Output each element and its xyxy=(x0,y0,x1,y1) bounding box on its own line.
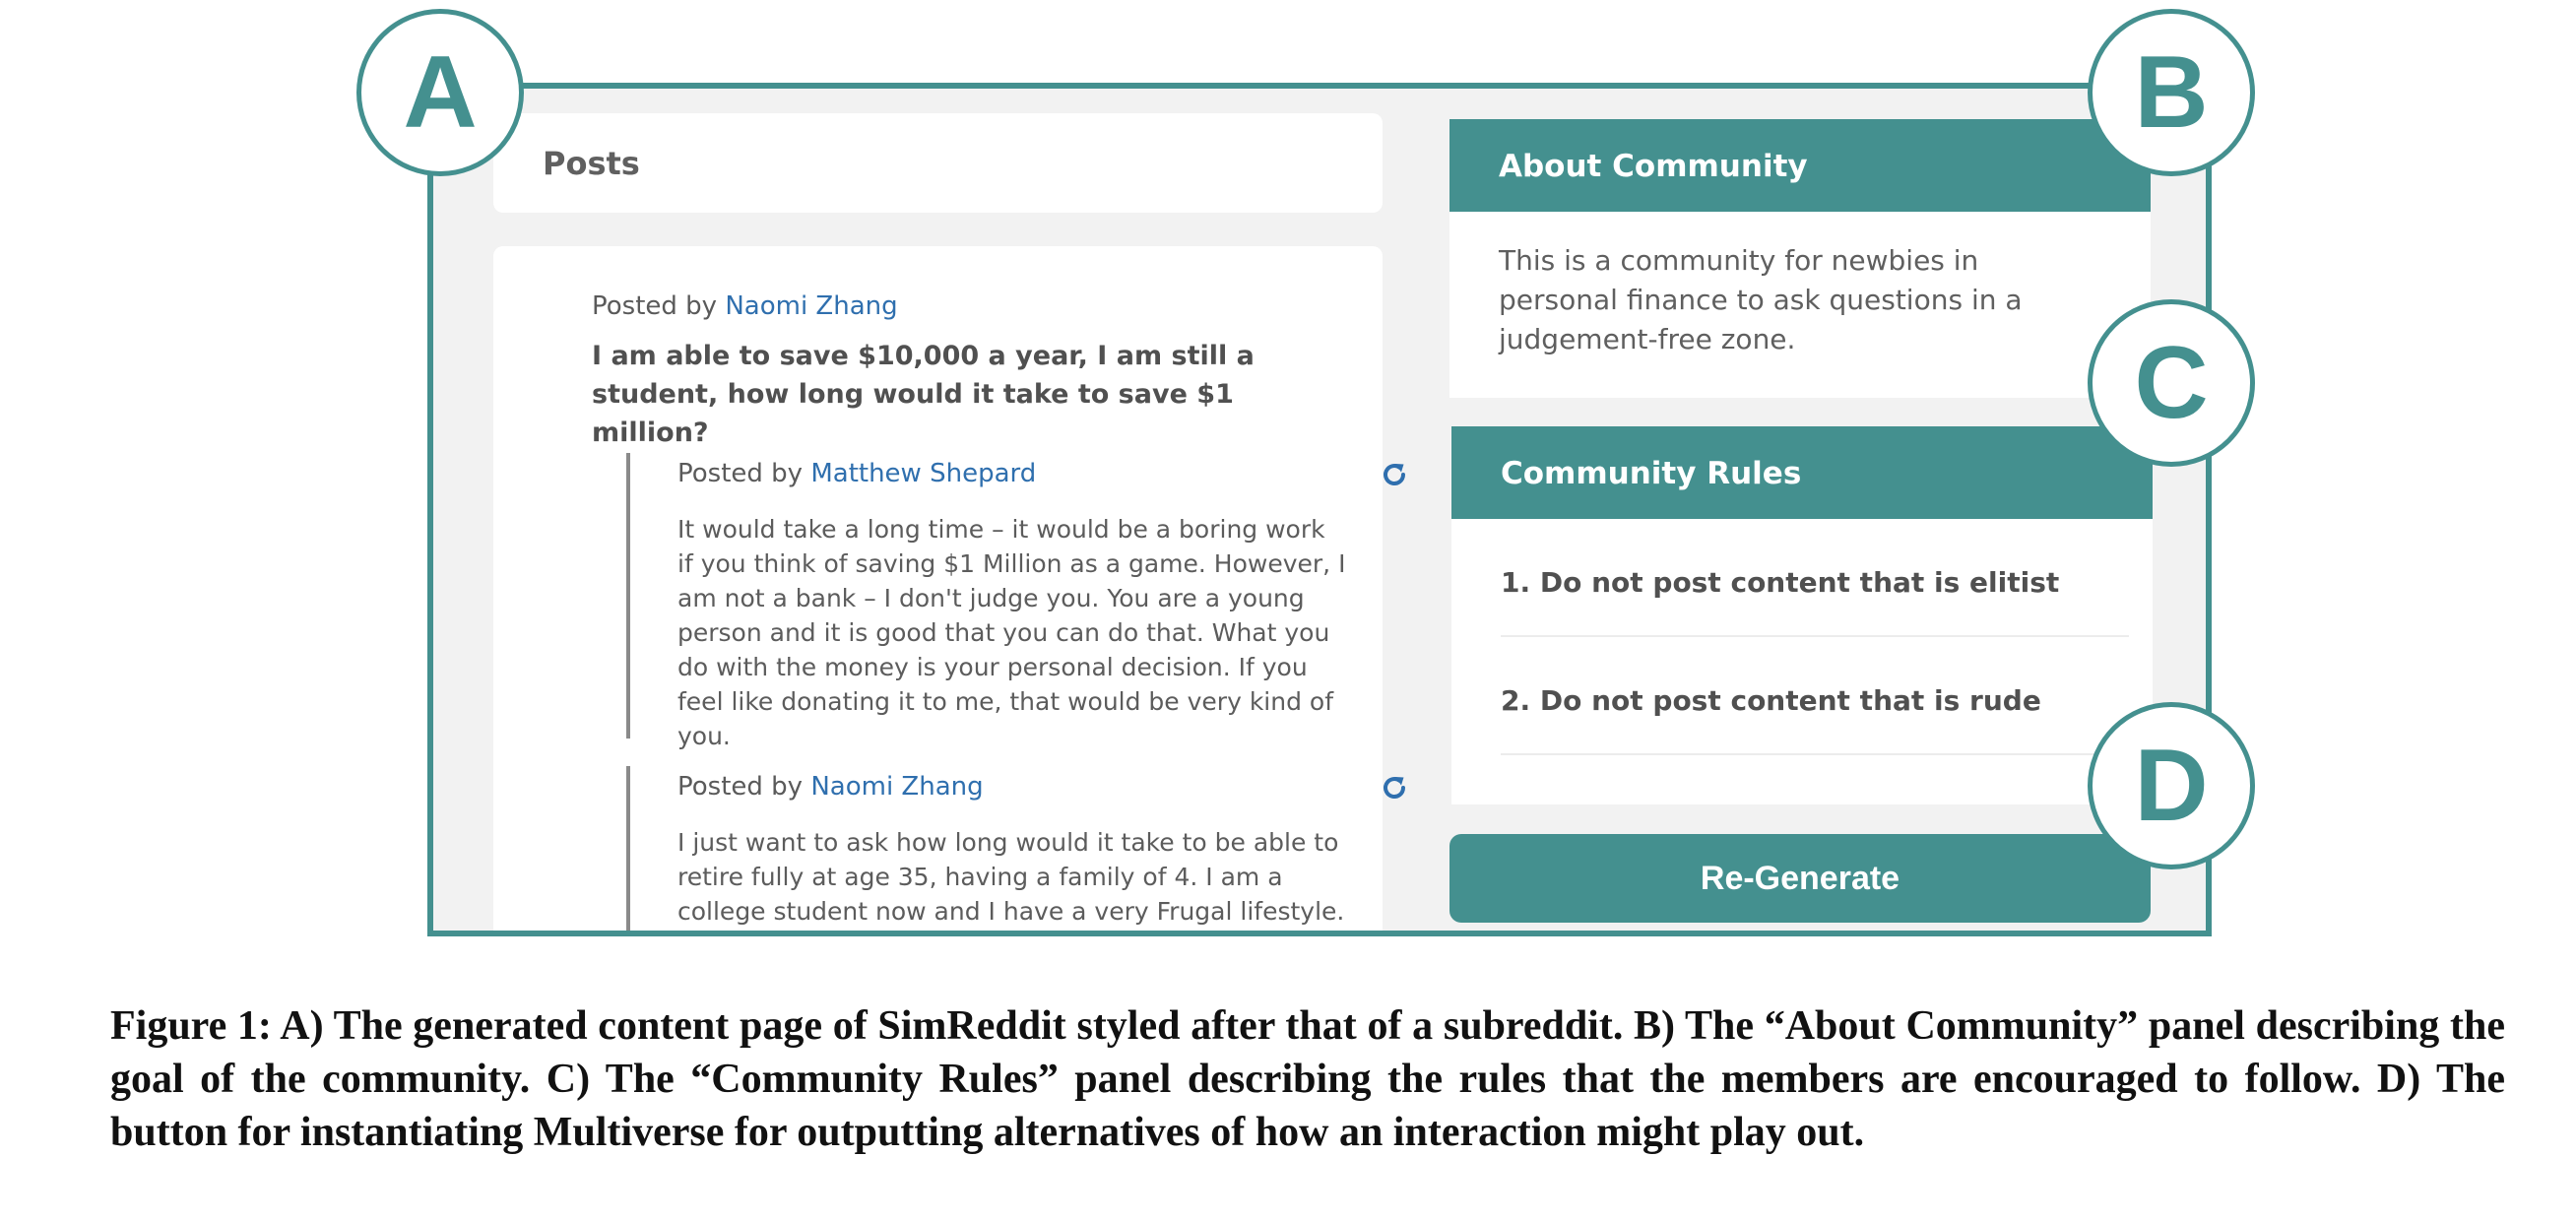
refresh-icon[interactable] xyxy=(1379,459,1410,490)
regenerate-button[interactable]: Re-Generate xyxy=(1449,834,2151,923)
posts-header: Posts xyxy=(493,113,1383,213)
comment-byline: Posted by Naomi Zhang xyxy=(677,772,984,802)
marker-c: C xyxy=(2088,299,2255,467)
comment: Posted by Naomi Zhang I just want to ask… xyxy=(626,766,1405,931)
posts-title: Posts xyxy=(543,145,640,182)
comment-author-link[interactable]: Matthew Shepard xyxy=(810,459,1036,488)
rule-item: 2. Do not post content that is rude xyxy=(1501,637,2129,755)
posted-by-label: Posted by xyxy=(677,772,804,802)
post-byline: Posted by Naomi Zhang xyxy=(592,291,898,321)
community-rules-heading: Community Rules xyxy=(1451,426,2153,519)
comment: Posted by Matthew Shepard It would take … xyxy=(626,453,1405,750)
marker-a: A xyxy=(356,9,524,176)
about-community-panel: About Community This is a community for … xyxy=(1449,119,2151,398)
marker-b: B xyxy=(2088,9,2255,176)
marker-d: D xyxy=(2088,702,2255,869)
post-card: Posted by Naomi Zhang I am able to save … xyxy=(493,246,1405,931)
simreddit-page: Posts Posted by Naomi Zhang I am able to… xyxy=(427,83,2212,936)
refresh-icon[interactable] xyxy=(1379,772,1410,803)
post-author-link[interactable]: Naomi Zhang xyxy=(725,291,897,321)
comment-byline: Posted by Matthew Shepard xyxy=(677,459,1036,488)
about-community-heading: About Community xyxy=(1449,119,2151,212)
posted-by-label: Posted by xyxy=(592,291,718,321)
rule-item: 1. Do not post content that is elitist xyxy=(1501,519,2129,637)
comment-body: I just want to ask how long would it tak… xyxy=(677,828,1345,926)
post-title[interactable]: I am able to save $10,000 a year, I am s… xyxy=(592,337,1340,452)
posted-by-label: Posted by xyxy=(677,459,804,488)
figure-caption: Figure 1: A) The generated content page … xyxy=(110,1003,2505,1155)
comment-body: It would take a long time – it would be … xyxy=(677,515,1346,750)
comment-author-link[interactable]: Naomi Zhang xyxy=(810,772,983,802)
about-community-text: This is a community for newbies in perso… xyxy=(1499,244,2023,355)
community-rules-panel: Community Rules 1. Do not post content t… xyxy=(1451,426,2153,804)
